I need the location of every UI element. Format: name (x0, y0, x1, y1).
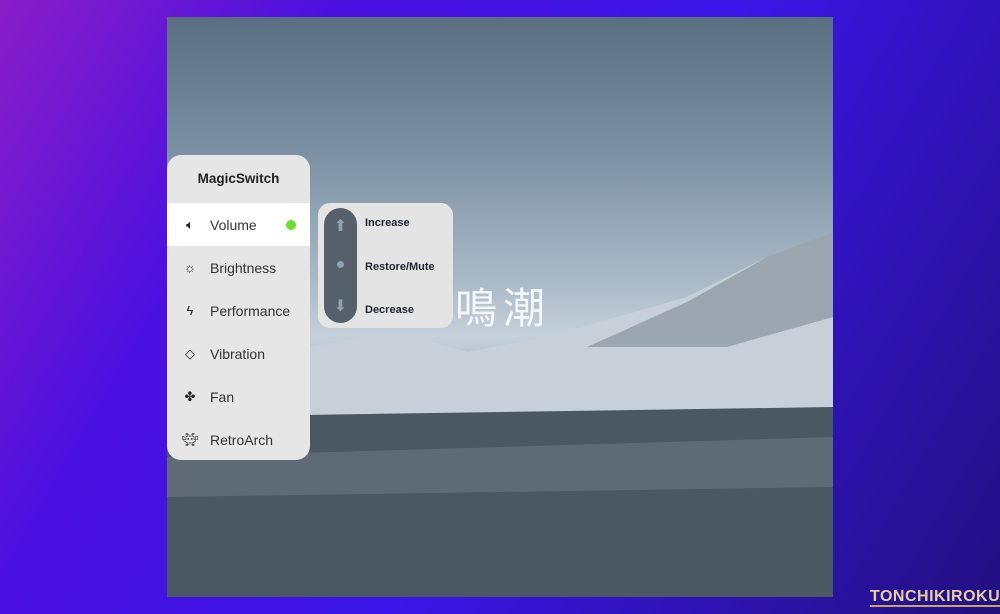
vibration-icon: ◇ (185, 345, 195, 361)
magicswitch-menu: MagicSwitch 🔈︎ Volume ☼ Brightness ϟ Perfor… (167, 155, 310, 460)
active-indicator (286, 220, 296, 230)
volume-submenu: ⬆ ● ⬇ Increase Restore/Mute Decrease (318, 203, 453, 328)
lightning-icon: ϟ (186, 303, 194, 318)
menu-item-label: Performance (210, 302, 291, 319)
menu-item-retroarch[interactable]: 👾︎ RetroArch (167, 418, 310, 460)
circle-icon[interactable]: ● (324, 256, 357, 274)
menu-item-label: Volume (210, 216, 257, 233)
menu-item-label: Fan (210, 388, 235, 405)
menu-item-volume[interactable]: 🔈︎ Volume (167, 203, 310, 246)
menu-item-vibration[interactable]: ◇ Vibration (167, 332, 310, 375)
decrease-button[interactable]: Decrease (365, 304, 414, 316)
menu-item-brightness[interactable]: ☼ Brightness (167, 246, 310, 289)
fan-icon: ✤ (184, 388, 196, 404)
menu-item-label: Vibration (210, 345, 266, 362)
arrow-up-icon[interactable]: ⬆ (324, 216, 357, 236)
speaker-icon: 🔈︎ (186, 216, 194, 232)
watermark: TONCHIKIROKU (870, 588, 1000, 607)
menu-title: MagicSwitch (197, 171, 280, 186)
increase-button[interactable]: Increase (365, 217, 410, 229)
menu-item-label: RetroArch (210, 431, 274, 448)
retroarch-icon: 👾︎ (181, 431, 199, 447)
arrow-down-icon[interactable]: ⬇ (324, 296, 357, 316)
sun-icon: ☼ (184, 260, 196, 275)
restore-mute-button[interactable]: Restore/Mute (365, 261, 435, 273)
menu-item-fan[interactable]: ✤ Fan (167, 375, 310, 418)
menu-item-performance[interactable]: ϟ Performance (167, 289, 310, 332)
volume-control-pill: ⬆ ● ⬇ (324, 208, 357, 323)
menu-item-label: Brightness (210, 259, 277, 276)
game-logo: 鳴潮 (455, 284, 552, 333)
